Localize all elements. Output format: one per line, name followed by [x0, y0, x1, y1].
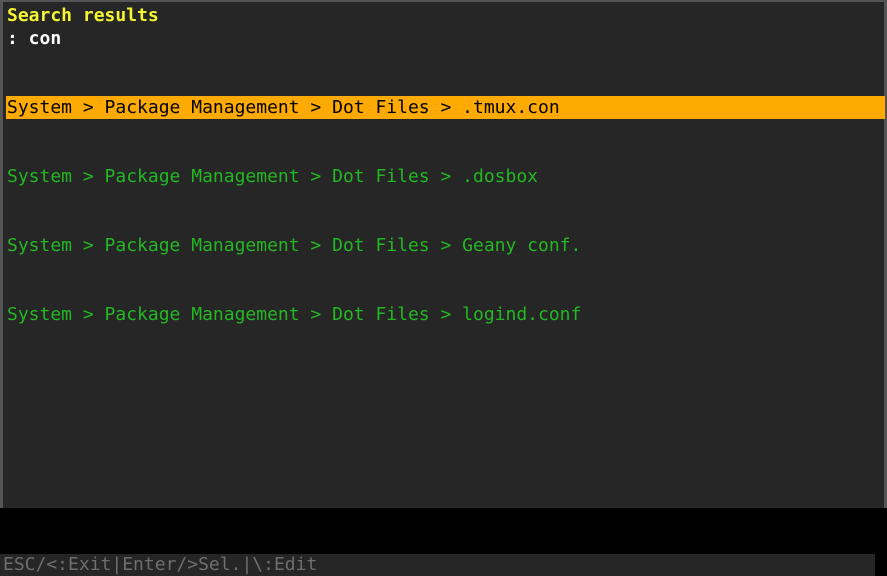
edit-hint: \:Edit — [252, 554, 318, 575]
search-results-panel: Search results : con System > Package Ma… — [0, 0, 887, 508]
search-query[interactable]: : con — [7, 27, 61, 50]
results-list: System > Package Management > Dot Files … — [6, 50, 885, 372]
page-title: Search results — [7, 5, 159, 26]
list-item[interactable]: System > Package Management > Dot Files … — [6, 96, 885, 119]
status-bar: ESC/<:Exit|Enter/>Sel.|\:Edit — [0, 554, 875, 576]
list-item[interactable]: System > Package Management > Dot Files … — [6, 303, 885, 326]
blank-area — [0, 508, 887, 554]
separator: | — [241, 554, 253, 575]
select-hint: Enter/>Sel. — [122, 554, 242, 575]
separator: | — [111, 554, 123, 575]
exit-hint: ESC/<:Exit — [3, 554, 112, 575]
list-item[interactable]: System > Package Management > Dot Files … — [6, 165, 885, 188]
terminal-window: Search results : con System > Package Ma… — [0, 0, 887, 576]
list-item[interactable]: System > Package Management > Dot Files … — [6, 234, 885, 257]
